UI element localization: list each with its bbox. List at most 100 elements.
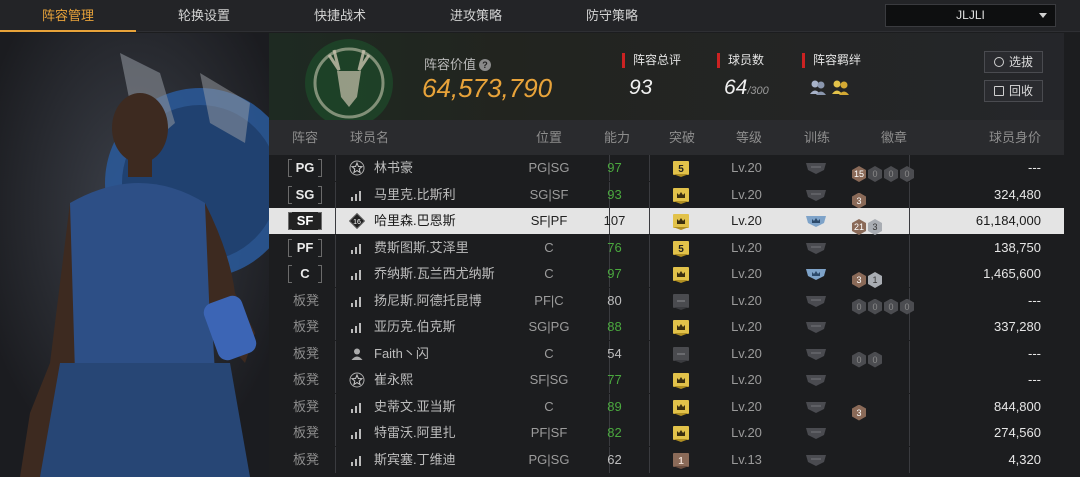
training-icon[interactable] xyxy=(805,294,827,308)
lineup-dropdown[interactable]: JLJLI xyxy=(885,4,1056,27)
table-row[interactable]: 板凳 扬尼斯.阿德托昆博 PF|C 80 Lv.20 0 0 0 0 --- xyxy=(269,287,1064,315)
training-icon[interactable] xyxy=(805,426,827,440)
tab-rotation-settings[interactable]: 轮换设置 xyxy=(136,0,272,32)
training-icon[interactable] xyxy=(805,188,827,202)
badge-hexagon-icon[interactable]: 3 xyxy=(868,219,882,235)
player-level: Lv.20 xyxy=(731,372,762,387)
col-ability[interactable]: 能力 xyxy=(604,120,630,155)
badge-hexagon-icon[interactable]: 21 xyxy=(852,219,866,235)
training-icon[interactable] xyxy=(805,267,827,281)
column-divider xyxy=(335,393,336,420)
table-row[interactable]: 板凳 亚历克.伯克斯 SG|PG 88 Lv.20 337,280 xyxy=(269,314,1064,340)
badge-hexagon-icon[interactable]: 0 xyxy=(884,298,898,315)
player-price: 274,560 xyxy=(994,425,1041,440)
table-row[interactable]: PG 林书豪 PG|SG 97 5 Lv.20 15 0 0 0 --- xyxy=(269,155,1064,182)
col-training[interactable]: 训练 xyxy=(804,120,830,155)
signal-icon xyxy=(351,243,361,254)
player-name[interactable]: Faith丶闪 xyxy=(374,341,429,367)
table-row[interactable]: C 乔纳斯.瓦兰西尤纳斯 C 97 Lv.20 3 1 1,465,600 xyxy=(269,261,1064,288)
badge-hexagon-icon[interactable]: 15 xyxy=(852,166,866,182)
tab-quick-tactics[interactable]: 快捷战术 xyxy=(272,0,408,32)
breakthrough-number-icon: 1 xyxy=(673,452,689,469)
star-icon xyxy=(349,372,365,388)
player-name[interactable]: 乔纳斯.瓦兰西尤纳斯 xyxy=(374,261,495,287)
badge-hexagon-icon[interactable]: 3 xyxy=(852,404,866,421)
table-row[interactable]: SG 马里克.比斯利 SG|SF 93 Lv.20 3 324,480 xyxy=(269,181,1064,209)
badge-hexagon-icon[interactable]: 0 xyxy=(852,351,866,368)
col-level[interactable]: 等级 xyxy=(736,120,762,155)
table-row[interactable]: 板凳 Faith丶闪 C 54 Lv.20 0 0 --- xyxy=(269,340,1064,368)
table-row[interactable]: 板凳 史蒂文.亚当斯 C 89 Lv.20 3 844,800 xyxy=(269,393,1064,421)
badge-group: 00 xyxy=(852,346,884,368)
training-icon[interactable] xyxy=(805,373,827,387)
player-name[interactable]: 亚历克.伯克斯 xyxy=(374,314,456,340)
player-position: SG|SF xyxy=(529,186,569,202)
training-icon[interactable] xyxy=(805,161,827,175)
column-divider xyxy=(335,208,336,234)
badge-hexagon-icon[interactable]: 0 xyxy=(852,298,866,315)
column-divider xyxy=(649,393,650,420)
signal-icon xyxy=(351,190,361,201)
player-name[interactable]: 费斯图斯.艾泽里 xyxy=(374,235,469,261)
lineup-position-tag: PF xyxy=(288,238,322,257)
column-divider xyxy=(335,340,336,367)
badge-hexagon-icon[interactable]: 0 xyxy=(884,166,898,182)
table-header: 阵容 球员名 位置 能力 突破 等级 训练 徽章 球员身价 xyxy=(269,120,1064,155)
column-divider xyxy=(909,234,910,261)
recycle-button[interactable]: 回收 xyxy=(984,80,1043,102)
col-position[interactable]: 位置 xyxy=(536,120,562,155)
training-icon[interactable] xyxy=(805,241,827,255)
tab-defense-strategy[interactable]: 防守策略 xyxy=(544,0,680,32)
badge-hexagon-icon[interactable]: 1 xyxy=(868,272,882,288)
badge-hexagon-icon[interactable]: 3 xyxy=(852,192,866,209)
player-name[interactable]: 马里克.比斯利 xyxy=(374,182,456,208)
player-ability: 88 xyxy=(607,319,622,334)
lineup-position-tag: SG xyxy=(288,185,322,204)
table-row[interactable]: 板凳 斯宾塞.丁维迪 PG|SG 62 1 Lv.13 4,320 xyxy=(269,446,1064,473)
breakthrough-crown-icon xyxy=(673,399,689,416)
tab-lineup-management[interactable]: 阵容管理 xyxy=(0,0,136,32)
select-button[interactable]: 选拔 xyxy=(984,51,1043,73)
table-row[interactable]: 板凳 崔永熙 SF|SG 77 Lv.20 --- xyxy=(269,367,1064,393)
badge-hexagon-icon[interactable]: 0 xyxy=(900,298,914,315)
training-icon[interactable] xyxy=(805,400,827,414)
breakthrough-crown-icon xyxy=(673,214,689,230)
col-price[interactable]: 球员身价 xyxy=(989,120,1041,155)
col-name[interactable]: 球员名 xyxy=(350,120,389,155)
player-name[interactable]: 斯宾塞.丁维迪 xyxy=(374,447,456,473)
training-icon[interactable] xyxy=(805,453,827,467)
badge-hexagon-icon[interactable]: 0 xyxy=(868,166,882,182)
column-divider xyxy=(335,261,336,287)
player-name[interactable]: 扬尼斯.阿德托昆博 xyxy=(374,288,482,314)
player-price: --- xyxy=(1028,292,1041,308)
badge-hexagon-icon[interactable]: 0 xyxy=(900,166,914,182)
col-lineup[interactable]: 阵容 xyxy=(292,120,318,155)
badge-hexagon-icon[interactable]: 0 xyxy=(868,298,882,315)
player-position: PG|SG xyxy=(528,451,570,467)
badge-hexagon-icon[interactable]: 3 xyxy=(852,272,866,288)
player-price: 337,280 xyxy=(994,319,1041,334)
help-icon[interactable]: ? xyxy=(479,59,492,71)
bench-label: 板凳 xyxy=(293,398,320,414)
tab-offense-strategy[interactable]: 进攻策略 xyxy=(408,0,544,32)
player-name[interactable]: 特雷沃.阿里扎 xyxy=(374,420,456,446)
col-badge[interactable]: 徽章 xyxy=(881,120,907,155)
player-name[interactable]: 崔永熙 xyxy=(374,367,413,393)
bench-label: 板凳 xyxy=(293,372,320,387)
player-name[interactable]: 史蒂文.亚当斯 xyxy=(374,394,456,420)
training-icon[interactable] xyxy=(805,214,827,228)
table-row[interactable]: 板凳 特雷沃.阿里扎 PF|SF 82 Lv.20 274,560 xyxy=(269,420,1064,446)
col-breakthrough[interactable]: 突破 xyxy=(669,120,695,155)
player-level: Lv.20 xyxy=(731,160,762,175)
player-count: 64/300 xyxy=(724,76,769,99)
training-icon[interactable] xyxy=(805,347,827,361)
player-name[interactable]: 哈里森.巴恩斯 xyxy=(374,208,456,234)
table-row[interactable]: SF 16 哈里森.巴恩斯 SF|PF 107 Lv.20 21 3 61,184,000 xyxy=(269,208,1064,235)
training-icon[interactable] xyxy=(805,320,827,334)
player-ability: 93 xyxy=(607,186,622,202)
badge-hexagon-icon[interactable]: 0 xyxy=(868,351,882,368)
player-name[interactable]: 林书豪 xyxy=(374,155,413,181)
table-row[interactable]: PF 费斯图斯.艾泽里 C 76 5 Lv.20 138,750 xyxy=(269,234,1064,261)
player-count-label: 球员数 xyxy=(717,53,764,68)
bond-icon[interactable] xyxy=(809,78,853,96)
